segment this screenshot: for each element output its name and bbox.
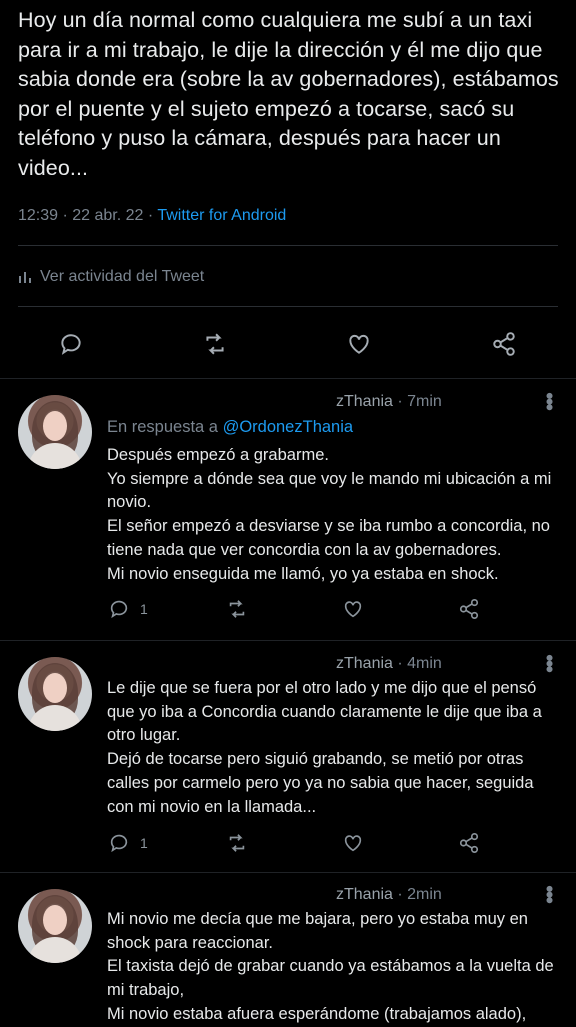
reply-button[interactable]: 1 [108,832,148,854]
like-icon [344,835,362,852]
reply-count: 1 [140,835,148,851]
reply-header: zThania · 4min [336,655,442,673]
reply-icon [110,834,128,853]
retweet-button[interactable] [199,326,231,362]
retweet-icon [229,600,245,618]
reply-author[interactable]: zThania [336,655,393,672]
retweet-button[interactable] [226,832,248,854]
like-icon [349,334,369,354]
reply-text: Le dije que se fuera por el otro lado y … [107,679,542,816]
tweet-timestamp: 12:39 · 22 abr. 22 · [18,207,158,224]
like-button[interactable] [342,598,364,620]
like-button[interactable] [342,832,364,854]
share-icon [493,332,515,356]
reply-header: zThania · 2min [336,886,442,904]
avatar[interactable] [18,395,92,469]
more-options-icon[interactable]: ••• [537,392,562,409]
reply-text: Después empezó a grabarme. Yo siempre a … [107,446,552,583]
tweet-meta: 12:39 · 22 abr. 22 · Twitter for Android [18,207,286,225]
reply-icon [110,600,128,619]
share-button[interactable] [488,326,520,362]
reply-button[interactable] [55,326,87,362]
retweet-button[interactable] [226,598,248,620]
reply-author[interactable]: zThania [336,886,393,903]
reply-actions: 1 [0,598,576,624]
replying-handle-link[interactable]: @OrdonezThania [223,418,354,436]
reply-time: · 7min [392,393,442,410]
reply-icon [61,334,81,355]
divider [0,872,576,873]
reply-count: 1 [140,601,148,617]
retweet-icon [206,333,224,355]
divider [18,306,558,307]
replying-label: En respuesta a [107,418,223,436]
reply-actions: 1 [0,832,576,858]
share-button[interactable] [458,598,480,620]
tweet-text: Hoy un día normal como cualquiera me sub… [18,8,559,180]
avatar[interactable] [18,889,92,963]
reply-time: · 4min [392,655,442,672]
reply-author[interactable]: zThania [336,393,393,410]
replying-to: En respuesta a @OrdonezThania [107,418,353,437]
bar-chart-icon [19,272,31,283]
avatar[interactable] [18,657,92,731]
retweet-icon [229,834,245,852]
reply-header: zThania · 7min [336,393,442,411]
share-icon [459,833,479,853]
reply-text: Mi novio me decía que me bajara, pero yo… [107,910,554,1023]
share-icon [459,599,479,619]
like-button[interactable] [343,326,375,362]
divider [0,378,576,379]
divider [18,245,558,246]
reply-button[interactable]: 1 [108,598,148,620]
more-options-icon[interactable]: ••• [537,654,562,671]
more-options-icon[interactable]: ••• [537,885,562,902]
like-icon [344,601,362,618]
tweet-actions [0,326,576,362]
share-button[interactable] [458,832,480,854]
divider [0,640,576,641]
activity-label: Ver actividad del Tweet [40,268,205,285]
tweet-source-link[interactable]: Twitter for Android [157,207,286,224]
reply-time: · 2min [392,886,442,903]
tweet-activity-link[interactable]: Ver actividad del Tweet [18,268,204,286]
